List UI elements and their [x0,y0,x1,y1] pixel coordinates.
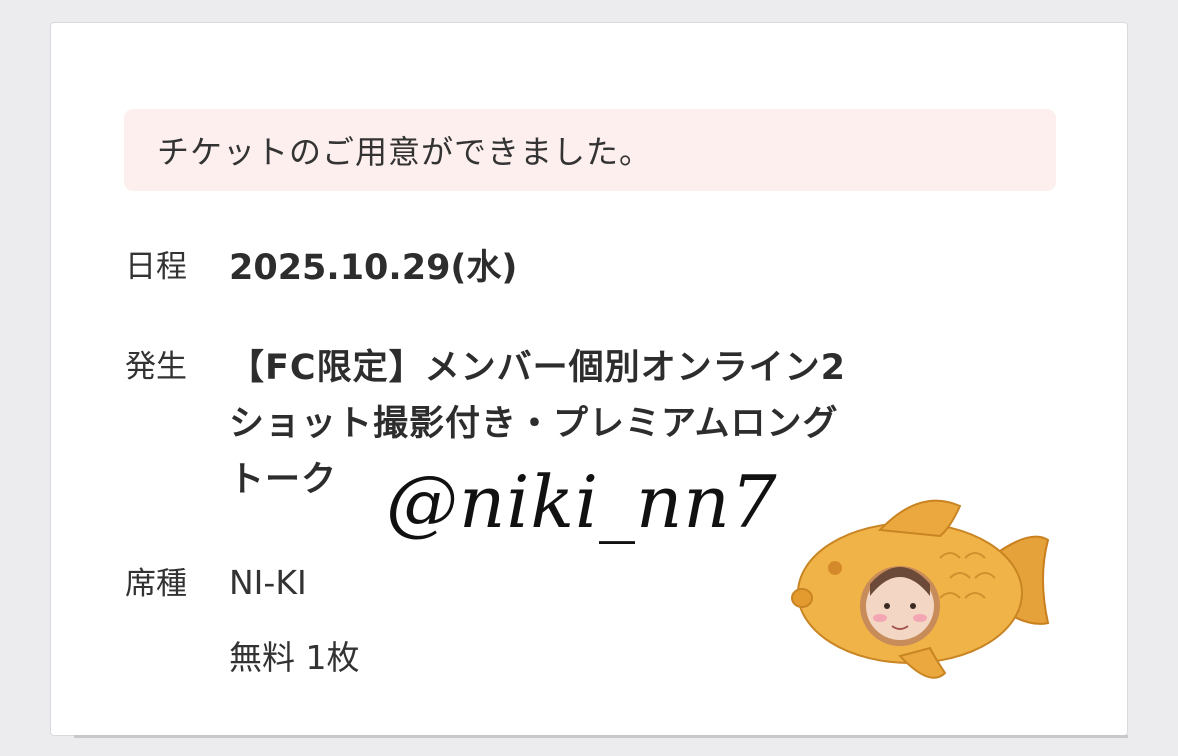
event-label: 発生 [125,349,187,385]
ticket-ready-notice: チケットのご用意ができました。 [124,109,1056,191]
schedule-date: 2025.10.29(水) [229,248,518,288]
watermark-handle: @niki_nn7 [386,460,778,544]
event-title-line-3: トーク [229,460,338,500]
seat-member: NI-KI [229,563,307,602]
bottom-divider [74,735,1128,738]
seat-price: 無料 1枚 [229,638,360,677]
schedule-label: 日程 [125,249,187,285]
event-title-line-1: 【FC限定】メンバー個別オンライン2 [229,348,846,388]
event-title-line-2: ショット撮影付き・プレミアムロング [229,404,839,444]
notice-text: チケットのご用意ができました。 [157,133,653,171]
taiyaki-sticker-icon [791,499,1050,679]
seat-label: 席種 [125,566,187,602]
